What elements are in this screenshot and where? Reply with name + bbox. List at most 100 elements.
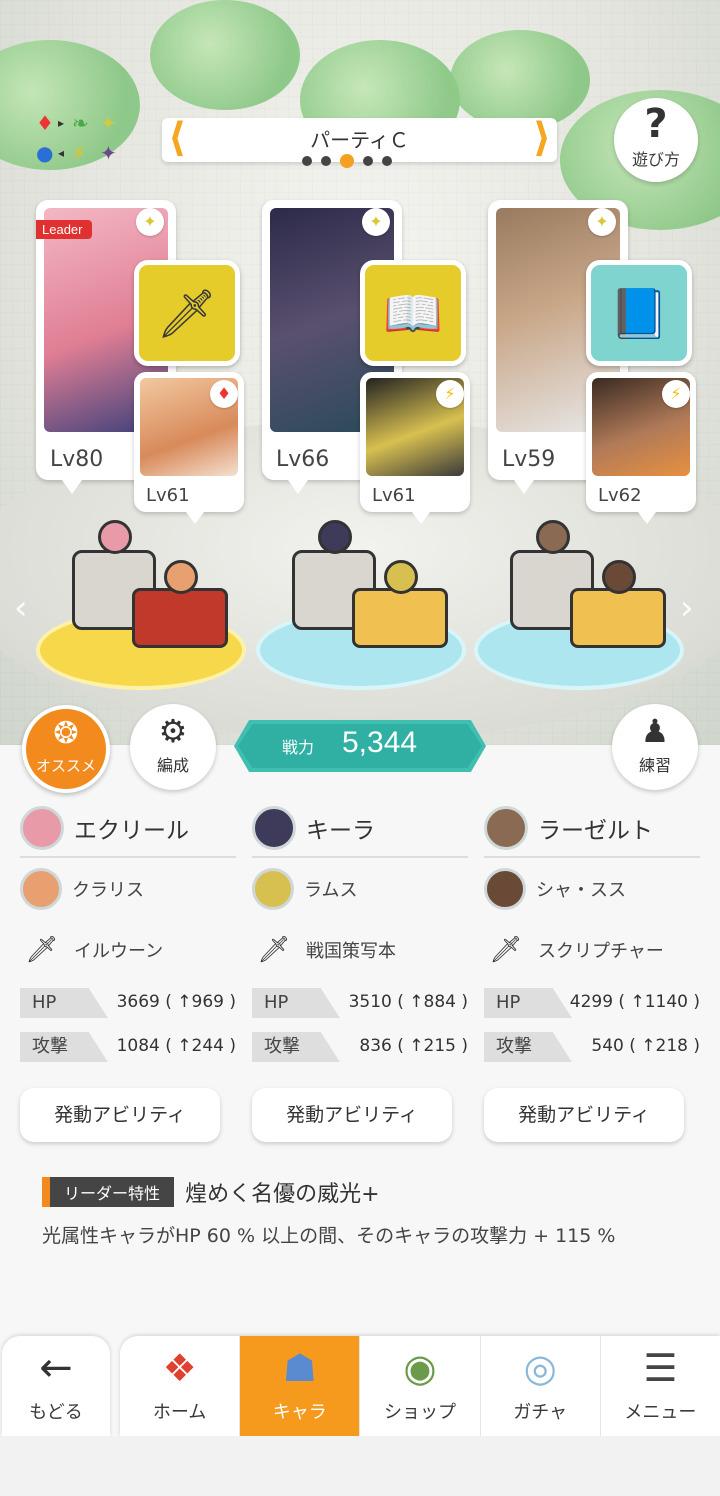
leader-level: Lv59 bbox=[502, 447, 556, 472]
page-dot[interactable] bbox=[382, 156, 392, 166]
hp-label: HP bbox=[252, 988, 340, 1018]
hp-stat: HP 3669 ( ↑969 ) bbox=[20, 982, 236, 1024]
tab-home[interactable]: ❖ ホーム bbox=[120, 1336, 241, 1436]
shop-icon: ◉ bbox=[403, 1346, 437, 1390]
back-label: もどる bbox=[29, 1402, 83, 1423]
tab-chara[interactable]: ☗ キャラ bbox=[240, 1336, 361, 1436]
equipment-row[interactable]: 🗡 スクリプチャー bbox=[484, 920, 700, 980]
tab-home-label: ホーム bbox=[152, 1402, 207, 1423]
leader-name: ラーゼルト bbox=[538, 818, 653, 844]
tab-shop[interactable]: ◉ ショップ bbox=[360, 1336, 481, 1436]
leader-name: エクリール bbox=[74, 818, 189, 844]
equipment-row[interactable]: 🗡 戦国策写本 bbox=[252, 920, 468, 980]
avatar bbox=[484, 806, 528, 850]
sub-row[interactable]: クラリス bbox=[20, 858, 236, 920]
attack-stat: 攻撃 1084 ( ↑244 ) bbox=[20, 1026, 236, 1068]
party-column-1: エクリール クラリス 🗡 イルウーン HP 3669 ( ↑969 ) 攻撃 1… bbox=[20, 800, 236, 1142]
help-button[interactable]: ? 遊び方 bbox=[614, 98, 698, 182]
next-party-icon[interactable]: ⟩ bbox=[527, 118, 557, 162]
chevron-right-icon[interactable]: › bbox=[680, 588, 694, 628]
sub-name: シャ・スス bbox=[536, 880, 626, 901]
page-dot-active[interactable] bbox=[340, 154, 354, 168]
page-dot[interactable] bbox=[321, 156, 331, 166]
equipment-name: スクリプチャー bbox=[538, 941, 664, 962]
sub-row[interactable]: シャ・スス bbox=[484, 858, 700, 920]
sub-name: ラムス bbox=[304, 880, 358, 901]
weapon-icon: 🗡 bbox=[489, 935, 523, 965]
equipment-slot[interactable]: 📖 bbox=[360, 260, 466, 366]
attack-value: 836 ( ↑215 ) bbox=[359, 1036, 468, 1056]
leader-chibi bbox=[98, 520, 132, 554]
back-button[interactable]: ← もどる bbox=[2, 1336, 110, 1436]
attack-value: 540 ( ↑218 ) bbox=[591, 1036, 700, 1056]
character-icon: ☗ bbox=[282, 1346, 317, 1390]
party-page-dots bbox=[302, 154, 412, 168]
leader-row[interactable]: キーラ bbox=[252, 800, 468, 858]
ability-button[interactable]: 発動アビリティ bbox=[252, 1088, 452, 1142]
leader-row[interactable]: ラーゼルト bbox=[484, 800, 700, 858]
sub-chibi bbox=[384, 560, 418, 594]
sub-card[interactable]: ⚡ Lv62 bbox=[586, 372, 696, 524]
sub-level: Lv61 bbox=[146, 485, 190, 506]
formation-button[interactable]: ⚙ 編成 bbox=[130, 704, 216, 790]
light-element-icon: ✦ bbox=[588, 208, 616, 236]
party-slot-1: Leader ✦ Lv80 🗡 ♦ Lv61 bbox=[36, 200, 256, 530]
leader-name: キーラ bbox=[306, 818, 375, 844]
recommend-button[interactable]: ❂ オススメ bbox=[22, 705, 110, 793]
leader-level: Lv80 bbox=[50, 447, 104, 472]
attack-stat: 攻撃 836 ( ↑215 ) bbox=[252, 1026, 468, 1068]
tab-gacha[interactable]: ◎ ガチャ bbox=[481, 1336, 601, 1436]
chevron-left-icon[interactable]: ‹ bbox=[14, 588, 28, 628]
platform-3 bbox=[474, 520, 684, 690]
leader-chibi bbox=[536, 520, 570, 554]
hp-stat: HP 3510 ( ↑884 ) bbox=[252, 982, 468, 1024]
leader-skill-tag: リーダー特性 bbox=[42, 1177, 175, 1207]
equipment-slot[interactable]: 🗡 bbox=[134, 260, 240, 366]
party-column-2: キーラ ラムス 🗡 戦国策写本 HP 3510 ( ↑884 ) 攻撃 836 … bbox=[252, 800, 468, 1142]
weapon-icon: 🗡 bbox=[25, 935, 59, 965]
light-element-icon: ✦ bbox=[362, 208, 390, 236]
training-dummy-icon: ♟ bbox=[640, 712, 670, 750]
tab-shop-label: ショップ bbox=[384, 1402, 456, 1423]
power-label: 戦力 bbox=[282, 738, 315, 757]
fire-element-icon: ♦ bbox=[210, 380, 238, 408]
hp-value: 3510 ( ↑884 ) bbox=[348, 992, 468, 1012]
party-column-3: ラーゼルト シャ・スス 🗡 スクリプチャー HP 4299 ( ↑1140 ) … bbox=[484, 800, 700, 1142]
equipment-row[interactable]: 🗡 イルウーン bbox=[20, 920, 236, 980]
question-icon: ? bbox=[644, 101, 668, 147]
sword-icon: 🗡 bbox=[156, 285, 218, 342]
practice-label: 練習 bbox=[638, 756, 671, 775]
hp-value: 3669 ( ↑969 ) bbox=[116, 992, 236, 1012]
sub-name: クラリス bbox=[72, 880, 144, 901]
sub-row[interactable]: ラムス bbox=[252, 858, 468, 920]
sub-card[interactable]: ⚡ Lv61 bbox=[360, 372, 470, 524]
party-slot-2: ✦ Lv66 📖 ⚡ Lv61 bbox=[262, 200, 482, 530]
party-slot-3: ✦ Lv59 📘 ⚡ Lv62 bbox=[488, 200, 708, 530]
leader-tag: Leader bbox=[36, 220, 93, 239]
page-dot[interactable] bbox=[302, 156, 312, 166]
leader-row[interactable]: エクリール bbox=[20, 800, 236, 858]
page-dot[interactable] bbox=[363, 156, 373, 166]
platform-2 bbox=[256, 520, 466, 690]
practice-button[interactable]: ♟ 練習 bbox=[612, 704, 698, 790]
equipment-slot[interactable]: 📘 bbox=[586, 260, 692, 366]
party-stage: ♦ ▸ ❧ ✦ ● ◂ ⚡ ✦ ⟨ パーティＣ ⟩ ? 遊び方 Leader ✦… bbox=[0, 0, 720, 745]
ability-button[interactable]: 発動アビリティ bbox=[484, 1088, 684, 1142]
recommend-label: オススメ bbox=[35, 757, 96, 775]
tab-gacha-label: ガチャ bbox=[513, 1402, 568, 1423]
leader-chibi bbox=[318, 520, 352, 554]
tab-menu-label: メニュー bbox=[624, 1402, 697, 1423]
gacha-portal-icon: ◎ bbox=[523, 1346, 557, 1390]
leader-skill-description: 光属性キャラがHP 60 % 以上の間、そのキャラの攻撃力 + 115 % bbox=[42, 1225, 616, 1247]
hp-stat: HP 4299 ( ↑1140 ) bbox=[484, 982, 700, 1024]
leader-skill-title: 煌めく名優の威光+ bbox=[185, 1182, 380, 1207]
avatar bbox=[20, 868, 62, 910]
sub-chibi bbox=[602, 560, 636, 594]
tab-menu[interactable]: ☰ メニュー bbox=[601, 1336, 720, 1436]
sub-chibi bbox=[164, 560, 198, 594]
sub-card[interactable]: ♦ Lv61 bbox=[134, 372, 244, 524]
ability-button[interactable]: 発動アビリティ bbox=[20, 1088, 220, 1142]
avatar bbox=[484, 868, 526, 910]
hp-value: 4299 ( ↑1140 ) bbox=[569, 992, 700, 1012]
sub-level: Lv62 bbox=[598, 485, 642, 506]
